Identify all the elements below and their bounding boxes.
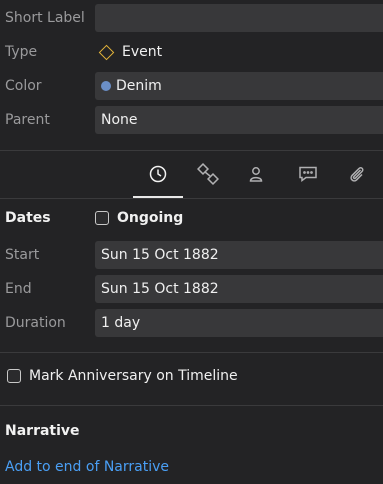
type-selector[interactable]: Event [95, 42, 162, 62]
person-icon [249, 167, 263, 182]
divider [0, 405, 383, 406]
tab-dates[interactable] [145, 162, 171, 186]
paperclip-icon [350, 166, 364, 182]
start-label: Start [5, 247, 40, 263]
divider [0, 352, 383, 353]
short-label-row: Short Label [0, 4, 383, 32]
parent-label: Parent [5, 112, 50, 128]
color-swatch-icon [101, 81, 111, 91]
short-label-label: Short Label [5, 10, 85, 26]
comment-icon [299, 166, 317, 182]
type-label: Type [5, 44, 38, 60]
checkbox-icon [7, 369, 21, 383]
type-value: Event [122, 44, 163, 60]
divider [0, 150, 383, 151]
dates-section-title: Dates [5, 210, 51, 226]
type-row: Type Event [0, 38, 383, 66]
duration-field[interactable]: 1 day [95, 309, 383, 337]
duration-row: Duration 1 day [0, 309, 383, 337]
checkbox-icon [95, 211, 109, 225]
mark-anniversary-checkbox[interactable]: Mark Anniversary on Timeline [7, 368, 238, 384]
color-select[interactable]: Denim [95, 72, 383, 100]
ongoing-checkbox[interactable]: Ongoing [95, 210, 183, 226]
parent-row: Parent None [0, 106, 383, 134]
inspector-tab-bar [0, 152, 383, 198]
tab-relationships[interactable] [195, 162, 221, 186]
tab-people[interactable] [243, 162, 269, 186]
tab-comments[interactable] [295, 162, 321, 186]
color-label: Color [5, 78, 42, 94]
start-row: Start Sun 15 Oct 1882 [0, 241, 383, 269]
divider [0, 198, 383, 199]
end-label: End [5, 281, 32, 297]
duration-label: Duration [5, 315, 66, 331]
start-date-field[interactable]: Sun 15 Oct 1882 [95, 241, 383, 269]
color-row: Color Denim [0, 72, 383, 100]
clock-icon [149, 165, 167, 183]
color-value: Denim [116, 78, 162, 94]
tab-attachments[interactable] [344, 162, 370, 186]
end-row: End Sun 15 Oct 1882 [0, 275, 383, 303]
parent-select[interactable]: None [95, 106, 383, 134]
ongoing-label: Ongoing [117, 210, 184, 226]
add-to-narrative-link[interactable]: Add to end of Narrative [5, 459, 169, 475]
mark-anniversary-label: Mark Anniversary on Timeline [29, 368, 238, 384]
diamond-icon [98, 44, 115, 60]
end-date-field[interactable]: Sun 15 Oct 1882 [95, 275, 383, 303]
short-label-input[interactable] [95, 4, 383, 32]
relationship-icon [197, 163, 219, 185]
narrative-section-title: Narrative [5, 423, 80, 439]
